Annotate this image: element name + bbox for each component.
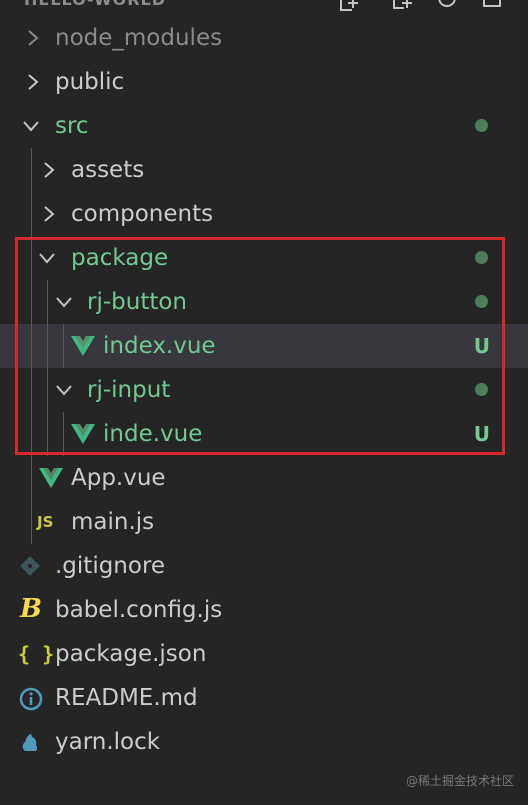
vue-icon [71, 424, 95, 444]
indent-guide [31, 280, 32, 324]
tree-item-label: inde.vue [103, 421, 203, 447]
refresh-icon[interactable] [436, 0, 458, 12]
explorer-title: HELLO-WORLD [24, 0, 166, 9]
tree-item-babel-config[interactable]: B babel.config.js [0, 588, 528, 632]
tree-item-app-vue[interactable]: App.vue [0, 456, 528, 500]
tree-item-label: index.vue [103, 333, 216, 359]
json-icon: { } [18, 642, 55, 666]
tree-item-gitignore[interactable]: .gitignore [0, 544, 528, 588]
chevron-down-icon [56, 297, 72, 308]
untracked-status: U [473, 422, 490, 446]
chevron-down-icon [23, 121, 39, 132]
tree-item-label: src [55, 113, 89, 139]
new-folder-icon[interactable] [392, 0, 414, 12]
tree-item-label: yarn.lock [55, 729, 161, 755]
modified-dot [475, 295, 488, 308]
tree-item-label: package.json [55, 641, 207, 667]
file-tree: node_modules public src assets component… [0, 16, 528, 764]
modified-dot [475, 383, 488, 396]
indent-guide [31, 456, 32, 500]
tree-item-label: babel.config.js [55, 597, 223, 623]
indent-guide [31, 236, 32, 280]
tree-item-label: rj-input [87, 377, 171, 403]
yarn-icon [22, 734, 38, 751]
tree-item-rj-button[interactable]: rj-button [0, 280, 528, 324]
modified-dot [475, 119, 488, 132]
modified-dot [475, 251, 488, 264]
tree-item-readme[interactable]: README.md [0, 676, 528, 720]
collapse-all-icon[interactable] [482, 0, 504, 12]
indent-guide [47, 280, 48, 324]
vue-icon [71, 336, 95, 356]
chevron-down-icon [39, 253, 55, 264]
tree-item-label: components [71, 201, 214, 227]
tree-item-inde-vue[interactable]: inde.vue U [0, 412, 528, 456]
tree-item-components[interactable]: components [0, 192, 528, 236]
chevron-down-icon [56, 385, 72, 396]
chevron-right-icon [44, 162, 55, 178]
tree-item-node-modules[interactable]: node_modules [0, 16, 528, 60]
chevron-right-icon [44, 206, 55, 222]
tree-item-label: main.js [71, 509, 155, 535]
tree-item-package[interactable]: package [0, 236, 528, 280]
indent-guide [31, 500, 32, 544]
untracked-status: U [473, 334, 490, 358]
indent-guide [63, 412, 64, 456]
indent-guide [31, 368, 32, 412]
tree-item-label: package [71, 245, 169, 271]
tree-item-label: public [55, 69, 125, 95]
babel-icon: B [20, 594, 42, 624]
tree-item-assets[interactable]: assets [0, 148, 528, 192]
indent-guide [47, 412, 48, 456]
info-icon [19, 687, 43, 711]
indent-guide [47, 324, 48, 368]
git-icon [20, 556, 40, 576]
watermark: @稀土掘金技术社区 [405, 774, 514, 788]
tree-item-label: App.vue [71, 465, 166, 491]
tree-item-label: README.md [55, 685, 198, 711]
indent-guide [31, 148, 32, 192]
tree-item-index-vue[interactable]: index.vue U [0, 324, 528, 368]
explorer-header: HELLO-WORLD [0, 0, 528, 14]
tree-item-main-js[interactable]: JS main.js [0, 500, 528, 544]
tree-item-rj-input[interactable]: rj-input [0, 368, 528, 412]
indent-guide [31, 324, 32, 368]
js-icon: JS [37, 513, 54, 531]
indent-guide [63, 324, 64, 368]
chevron-right-icon [28, 74, 39, 90]
tree-item-src[interactable]: src [0, 104, 528, 148]
tree-item-yarn-lock[interactable]: yarn.lock [0, 720, 528, 764]
vue-icon [39, 468, 63, 488]
chevron-right-icon [28, 30, 39, 46]
indent-guide [47, 368, 48, 412]
tree-item-label: assets [71, 157, 145, 183]
tree-item-label: .gitignore [55, 553, 166, 579]
tree-item-public[interactable]: public [0, 60, 528, 104]
tree-item-label: rj-button [87, 289, 188, 315]
tree-item-label: node_modules [55, 25, 223, 51]
indent-guide [31, 412, 32, 456]
new-file-icon[interactable] [338, 0, 360, 12]
tree-item-package-json[interactable]: { } package.json [0, 632, 528, 676]
indent-guide [31, 192, 32, 236]
